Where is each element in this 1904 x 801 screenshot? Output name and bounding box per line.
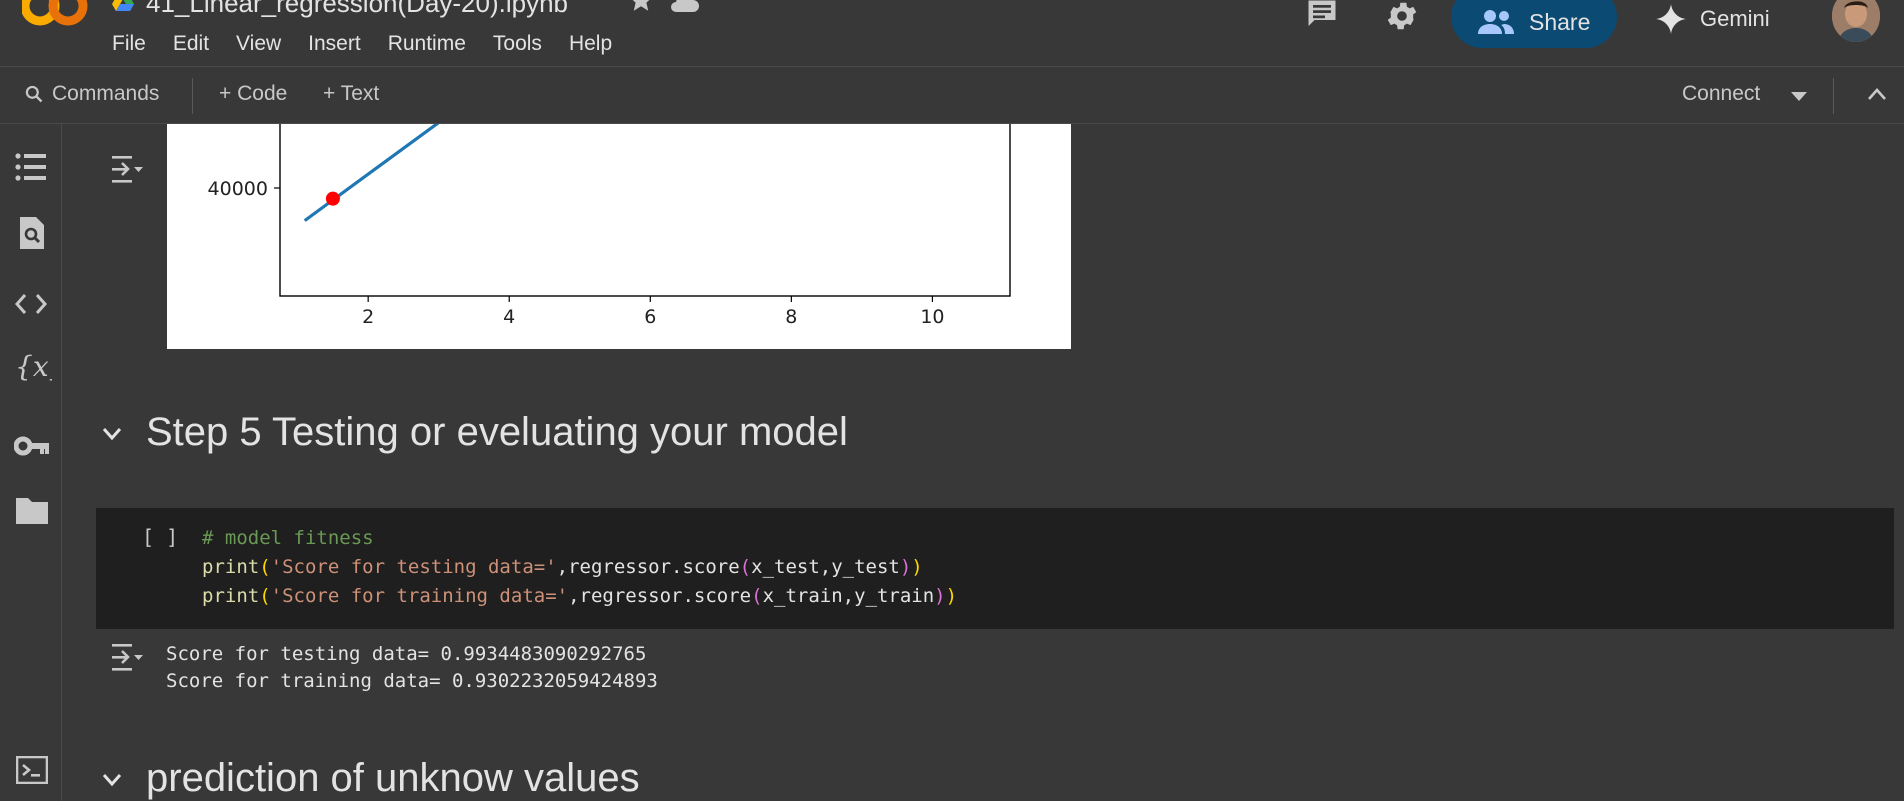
comment-icon[interactable]: [1304, 0, 1340, 32]
menu-insert[interactable]: Insert: [308, 32, 361, 56]
notebook-toolbar: Commands + Code + Text Connect: [0, 68, 1904, 124]
code-token: ): [911, 556, 923, 578]
code-token: (: [751, 585, 763, 607]
section-step5[interactable]: Step 5 Testing or eveluating your model: [98, 410, 848, 455]
toolbar-divider-right: [1833, 78, 1834, 114]
star-icon[interactable]: [627, 0, 655, 14]
menu-help[interactable]: Help: [569, 32, 612, 56]
colab-logo[interactable]: [22, 0, 88, 32]
plot-axes-frame: [279, 124, 1011, 297]
x-tick-label: 6: [644, 306, 656, 328]
section-prediction[interactable]: prediction of unknow values: [98, 756, 640, 801]
output-toggle-icon[interactable]: [110, 154, 144, 184]
output-line: Score for training data= 0.9302232059424…: [166, 670, 658, 692]
people-icon: [1478, 10, 1514, 34]
code-token: (: [259, 556, 271, 578]
section-title: Step 5 Testing or eveluating your model: [146, 410, 848, 454]
output-toggle-icon[interactable]: [110, 642, 144, 672]
chevron-up-icon[interactable]: [1866, 86, 1888, 102]
toc-icon[interactable]: [14, 152, 48, 182]
code-token: ,regressor.score: [556, 556, 740, 578]
connect-label: Connect: [1682, 82, 1761, 105]
code-token: 'Score for testing data=': [270, 556, 557, 578]
code-token: x_train,y_train: [762, 585, 935, 607]
share-label: Share: [1529, 8, 1591, 35]
code-token: (: [739, 556, 752, 578]
add-code-label: + Code: [219, 82, 288, 105]
run-cell-button[interactable]: [ ]: [142, 525, 178, 549]
code-token: ): [945, 585, 958, 607]
find-icon[interactable]: [18, 217, 46, 249]
settings-gear-icon[interactable]: [1384, 0, 1420, 34]
regression-line: [303, 124, 440, 222]
regression-plot: 2 4 6 8 10 40000: [208, 124, 1011, 328]
left-sidebar: {x}: [0, 124, 62, 801]
x-tick-label: 8: [785, 306, 797, 328]
google-drive-icon: [112, 0, 134, 11]
add-text-label: + Text: [323, 82, 380, 105]
code-snippets-icon[interactable]: [14, 292, 48, 316]
notebook-content: 2 4 6 8 10 40000 Step 5 Testing or eveluating…: [62, 124, 1904, 801]
code-comment: # model fitness: [202, 527, 374, 549]
chevron-down-icon[interactable]: [98, 421, 138, 445]
code-token: (: [259, 585, 271, 607]
menu-file[interactable]: File: [112, 32, 146, 56]
menu-edit[interactable]: Edit: [173, 32, 209, 56]
code-editor[interactable]: # model fitness print('Score for testing…: [202, 524, 957, 611]
x-tick-label: 2: [362, 306, 374, 328]
plot-output: 2 4 6 8 10 40000: [167, 124, 1071, 349]
menu-view[interactable]: View: [236, 32, 281, 56]
commands-label: Commands: [52, 82, 160, 105]
gemini-button[interactable]: Gemini: [1656, 4, 1770, 34]
toolbar-divider: [192, 78, 193, 114]
code-token: x_test,y_test: [751, 556, 900, 578]
menu-bar: File Edit View Insert Runtime Tools Help: [112, 32, 639, 56]
menu-tools[interactable]: Tools: [493, 32, 542, 56]
x-tick-label: 10: [920, 306, 944, 328]
search-icon: [25, 85, 43, 103]
x-tick-label: 4: [503, 306, 515, 328]
y-tick-label: 40000: [208, 178, 268, 200]
connect-dropdown-icon[interactable]: [1790, 90, 1808, 102]
svg-text:{x}: {x}: [15, 350, 52, 383]
code-token: ): [899, 556, 912, 578]
add-code-button[interactable]: + Code: [219, 82, 287, 106]
terminal-icon[interactable]: [16, 756, 48, 784]
add-text-button[interactable]: + Text: [323, 82, 379, 106]
avatar[interactable]: [1832, 0, 1880, 42]
data-point: [325, 191, 340, 206]
chevron-down-icon[interactable]: [98, 767, 138, 791]
secrets-key-icon[interactable]: [14, 434, 50, 458]
cloud-saved-icon[interactable]: [668, 0, 700, 14]
menu-runtime[interactable]: Runtime: [388, 32, 466, 56]
output-line: Score for testing data= 0.99344830902927…: [166, 643, 647, 665]
gemini-sparkle-icon: [1656, 4, 1686, 34]
gemini-label: Gemini: [1700, 6, 1770, 31]
connect-button[interactable]: Connect: [1682, 82, 1760, 106]
files-folder-icon[interactable]: [16, 496, 48, 524]
section-title: prediction of unknow values: [146, 756, 640, 800]
commands-button[interactable]: Commands: [24, 82, 159, 106]
share-button[interactable]: Share: [1451, 0, 1617, 48]
notebook-title[interactable]: 41_Linear_regression(Day-20).ipynb: [146, 0, 568, 19]
code-token: print: [202, 556, 260, 578]
code-token: 'Score for training data=': [270, 585, 569, 607]
code-token: ): [934, 585, 946, 607]
cell-output: Score for testing data= 0.99344830902927…: [166, 641, 658, 695]
code-token: print: [202, 585, 260, 607]
code-token: ,regressor.score: [568, 585, 752, 607]
code-cell[interactable]: [ ] # model fitness print('Score for tes…: [96, 508, 1894, 629]
top-bar: 41_Linear_regression(Day-20).ipynb File …: [0, 0, 1904, 67]
variables-icon[interactable]: {x}: [14, 349, 52, 385]
